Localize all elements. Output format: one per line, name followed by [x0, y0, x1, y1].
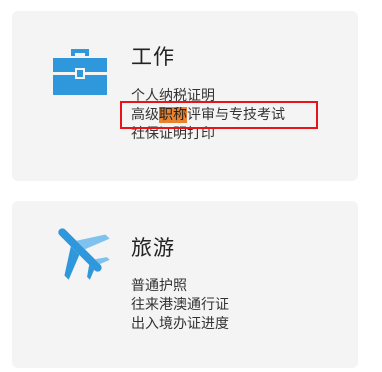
link-exit-entry-progress[interactable]: 出入境办证进度 — [131, 315, 229, 334]
airplane-icon — [49, 219, 111, 281]
link-hk-macau-permit[interactable]: 往来港澳通行证 — [131, 296, 229, 315]
link-passport[interactable]: 普通护照 — [131, 277, 229, 296]
briefcase-icon — [49, 37, 111, 99]
highlighted-keyword: 职称 — [159, 107, 187, 123]
travel-card: 旅游 普通护照 往来港澳通行证 出入境办证进度 — [12, 201, 358, 368]
travel-links: 普通护照 往来港澳通行证 出入境办证进度 — [131, 277, 229, 334]
card-title-work: 工作 — [131, 45, 175, 69]
work-links: 个人纳税证明 高级职称评审与专技考试 社保证明打印 — [131, 87, 285, 144]
link-professional-title-review[interactable]: 高级职称评审与专技考试 — [131, 106, 285, 125]
work-card: 工作 个人纳税证明 高级职称评审与专技考试 社保证明打印 — [12, 11, 358, 181]
card-title-travel: 旅游 — [131, 236, 175, 260]
link-tax-certificate[interactable]: 个人纳税证明 — [131, 87, 285, 106]
link-text-after: 评审与专技考试 — [187, 107, 285, 123]
link-social-security-print[interactable]: 社保证明打印 — [131, 125, 285, 144]
link-text-before: 高级 — [131, 107, 159, 123]
